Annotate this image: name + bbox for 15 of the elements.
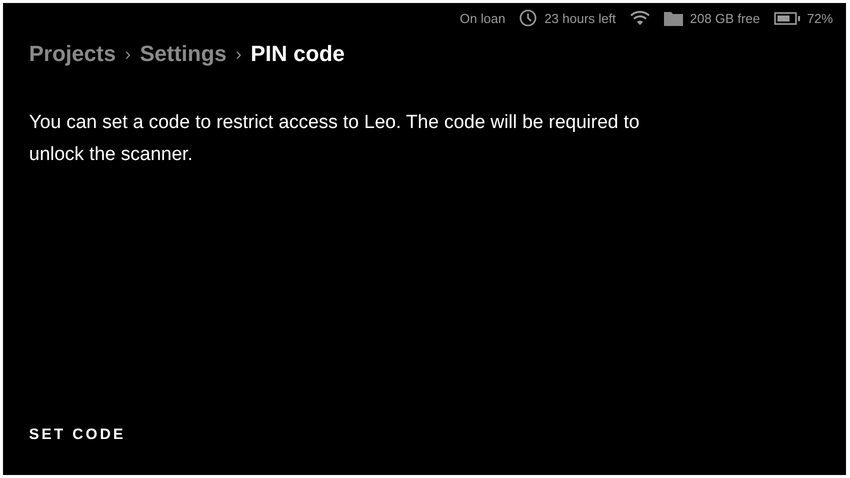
breadcrumb-separator: › bbox=[236, 44, 242, 64]
clock-icon bbox=[519, 9, 538, 27]
description-text: You can set a code to restrict access to Leo. The code will be required to unlock the scanner. bbox=[29, 111, 640, 167]
status-text: 208 GB free bbox=[690, 10, 760, 26]
battery-icon bbox=[774, 12, 800, 24]
folder-icon bbox=[664, 10, 683, 26]
status-text: 23 hours left bbox=[544, 10, 616, 26]
breadcrumb-link[interactable]: Settings bbox=[140, 41, 227, 67]
wifi-icon bbox=[630, 10, 650, 26]
set-code-button[interactable]: SET CODE bbox=[21, 420, 134, 449]
status-text: 72% bbox=[806, 10, 833, 26]
status-text: On loan bbox=[460, 10, 506, 26]
breadcrumb-separator: › bbox=[124, 44, 131, 64]
page-title: PIN code bbox=[250, 41, 345, 67]
breadcrumb-link[interactable]: Projects bbox=[29, 41, 116, 67]
